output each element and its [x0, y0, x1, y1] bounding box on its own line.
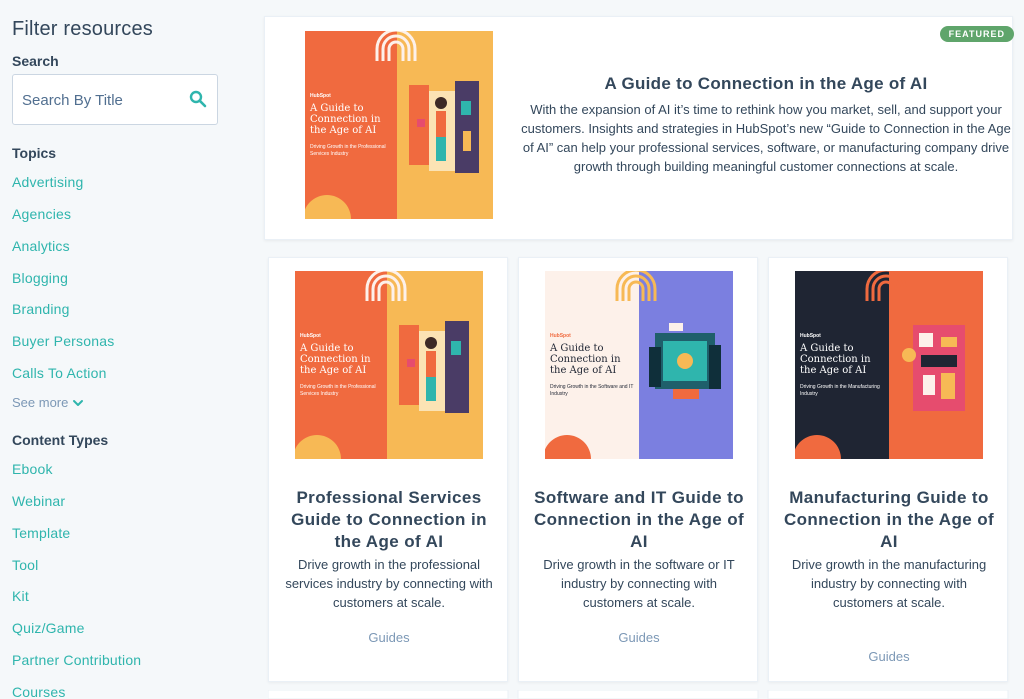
content-types-heading: Content Types [12, 432, 109, 448]
featured-cover-image[interactable]: HubSpot A Guide to Connection in the Age… [305, 31, 493, 219]
search-icon[interactable] [189, 90, 207, 108]
filter-sidebar: Filter resources Search Topics Advertisi… [12, 0, 242, 699]
topic-link-blogging[interactable]: Blogging [12, 270, 68, 286]
cover-subtitle: Driving Growth in the Professional Servi… [310, 144, 386, 157]
topic-link-branding[interactable]: Branding [12, 301, 70, 317]
cover-heading: A Guide to Connection in the Age of AI [300, 343, 371, 376]
filter-title: Filter resources [12, 18, 154, 40]
card-title-link[interactable]: Manufacturing Guide to Connection in the… [779, 487, 999, 553]
card-title-link[interactable]: Professional Services Guide to Connectio… [279, 487, 499, 553]
content-type-link-ebook[interactable]: Ebook [12, 461, 53, 477]
topic-link-calls-to-action[interactable]: Calls To Action [12, 365, 107, 381]
cover-brand-logo: HubSpot [800, 333, 821, 339]
cover-brand-logo: HubSpot [550, 333, 571, 339]
content-type-link-kit[interactable]: Kit [12, 588, 29, 604]
card-cover-image[interactable]: HubSpot A Guide to Connection in the Age… [795, 271, 983, 459]
card-tag-link[interactable]: Guides [519, 630, 759, 645]
cover-heading: A Guide to Connection in the Age of AI [800, 343, 871, 376]
topics-heading: Topics [12, 145, 57, 161]
topic-link-buyer-personas[interactable]: Buyer Personas [12, 333, 114, 349]
cover-heading: A Guide to Connection in the Age of AI [310, 103, 381, 136]
chevron-down-icon [73, 399, 84, 406]
search-label: Search [12, 53, 59, 69]
content-type-link-courses[interactable]: Courses [12, 684, 66, 699]
featured-resource-card[interactable]: FEATURED HubSpot A Guide to Connection i… [264, 16, 1014, 240]
card-tag-link[interactable]: Guides [269, 630, 509, 645]
featured-title-link[interactable]: A Guide to Connection in the Age of AI [521, 74, 1011, 94]
card-cover-image[interactable]: HubSpot A Guide to Connection in the Age… [295, 271, 483, 459]
topic-link-advertising[interactable]: Advertising [12, 174, 83, 190]
search-box[interactable] [12, 74, 218, 125]
cover-brand-logo: HubSpot [300, 333, 321, 339]
card-tag-link[interactable]: Guides [769, 649, 1009, 664]
cover-subtitle: Driving Growth in the Software and IT In… [550, 384, 634, 397]
content-type-link-webinar[interactable]: Webinar [12, 493, 65, 509]
resource-card[interactable]: HubSpot A Guide to Connection in the Age… [518, 257, 758, 682]
resource-card[interactable]: HubSpot A Guide to Connection in the Age… [768, 257, 1008, 682]
card-description: Drive growth in the software or IT indus… [543, 557, 735, 610]
card-title-link[interactable]: Software and IT Guide to Connection in t… [529, 487, 749, 553]
cover-brand-logo: HubSpot [310, 93, 331, 99]
content-type-link-quiz-game[interactable]: Quiz/Game [12, 620, 85, 636]
search-input[interactable] [22, 89, 182, 111]
content-type-link-template[interactable]: Template [12, 525, 70, 541]
cover-subtitle: Driving Growth in the Manufacturing Indu… [800, 384, 880, 397]
card-description: Drive growth in the professional service… [285, 557, 493, 610]
card-description: Drive growth in the manufacturing indust… [791, 557, 987, 610]
topic-link-analytics[interactable]: Analytics [12, 238, 70, 254]
see-more-label: See more [12, 395, 69, 410]
cover-heading: A Guide to Connection in the Age of AI [550, 343, 621, 376]
content-type-link-tool[interactable]: Tool [12, 557, 38, 573]
resource-card[interactable]: HubSpot A Guide to Connection in the Age… [268, 257, 508, 682]
cover-subtitle: Driving Growth in the Professional Servi… [300, 384, 376, 397]
next-row-card-edges [268, 690, 1009, 699]
content-type-link-partner-contribution[interactable]: Partner Contribution [12, 652, 141, 668]
featured-badge: FEATURED [939, 26, 1014, 42]
card-cover-image[interactable]: HubSpot A Guide to Connection in the Age… [545, 271, 733, 459]
topic-link-agencies[interactable]: Agencies [12, 206, 71, 222]
see-more-topics-button[interactable]: See more [12, 395, 84, 410]
featured-description: With the expansion of AI it’s time to re… [521, 102, 1011, 174]
